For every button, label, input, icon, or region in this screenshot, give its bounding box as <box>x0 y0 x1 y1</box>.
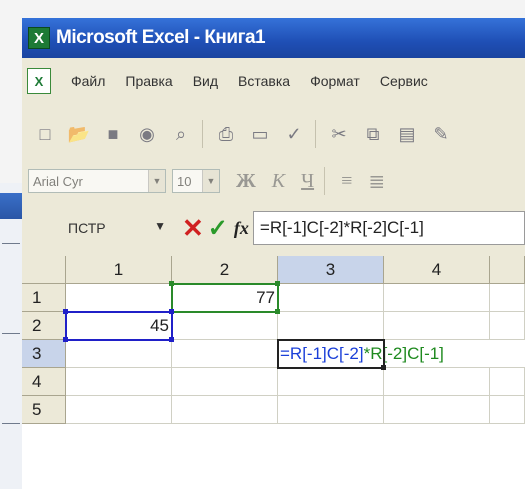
cell-r4c1[interactable] <box>66 368 172 396</box>
cell-r3c2[interactable] <box>172 340 278 368</box>
cell-r1c2[interactable]: 77 <box>172 284 278 312</box>
range-handle[interactable] <box>275 281 280 286</box>
cell-r3c1[interactable] <box>66 340 172 368</box>
toolbar-separator <box>315 120 316 148</box>
menu-tools[interactable]: Сервис <box>380 73 428 89</box>
title-bar[interactable]: X Microsoft Excel - Книга1 <box>22 18 525 58</box>
copy-icon[interactable]: ⧉ <box>362 123 384 145</box>
column-header-2[interactable]: 2 <box>172 256 278 284</box>
paste-icon[interactable]: ▤ <box>396 123 418 145</box>
cell-r4c4[interactable] <box>384 368 490 396</box>
chevron-down-icon[interactable]: ▼ <box>202 170 219 192</box>
range-handle[interactable] <box>169 337 174 342</box>
cell-r2c3[interactable] <box>278 312 384 340</box>
formula-ref-2: *R[-2]C[-1] <box>363 343 444 363</box>
fill-handle[interactable] <box>381 365 386 370</box>
save-icon[interactable]: ■ <box>102 123 124 145</box>
format-painter-icon[interactable]: ✎ <box>430 123 452 145</box>
bold-button[interactable]: Ж <box>236 170 256 193</box>
row-header-3[interactable]: 3 <box>22 340 66 368</box>
menu-file[interactable]: Файл <box>71 73 105 89</box>
row-header-2[interactable]: 2 <box>22 312 66 340</box>
cell-r2c4[interactable] <box>384 312 490 340</box>
toolbar-separator <box>324 167 326 195</box>
font-size-value: 10 <box>177 173 192 189</box>
preview-icon[interactable]: ▭ <box>249 123 271 145</box>
formula-input[interactable]: =R[-1]C[-2]*R[-2]C[-1] <box>252 211 525 245</box>
chevron-down-icon[interactable]: ▼ <box>154 219 166 233</box>
insert-function-button[interactable]: fx <box>234 218 249 239</box>
row-header-4[interactable]: 4 <box>22 368 66 396</box>
standard-toolbar: □ 📂 ■ ◉ ⌕ ⎙ ▭ ✓ ✂ ⧉ ▤ ✎ <box>22 114 525 154</box>
excel-window: X Microsoft Excel - Книга1 X Файл Правка… <box>22 18 525 489</box>
cell-r1c3[interactable] <box>278 284 384 312</box>
excel-icon: X <box>28 27 50 49</box>
spelling-icon[interactable]: ✓ <box>283 123 305 145</box>
cell-r2c5[interactable] <box>490 312 525 340</box>
cell-r5c3[interactable] <box>278 396 384 424</box>
column-header-5[interactable] <box>490 256 525 284</box>
enter-button[interactable]: ✓ <box>208 214 228 243</box>
cell-r4c3[interactable] <box>278 368 384 396</box>
formula-ref-1: =R[-1]C[-2] <box>280 343 364 363</box>
cell-r4c5[interactable] <box>490 368 525 396</box>
row-header-1[interactable]: 1 <box>22 284 66 312</box>
column-header-3[interactable]: 3 <box>278 256 384 284</box>
new-icon[interactable]: □ <box>34 123 56 145</box>
range-handle[interactable] <box>169 281 174 286</box>
menu-format[interactable]: Формат <box>310 73 360 89</box>
select-all-corner[interactable] <box>22 256 66 284</box>
range-handle[interactable] <box>63 309 68 314</box>
open-icon[interactable]: 📂 <box>68 123 90 145</box>
cell-r1c1[interactable] <box>66 284 172 312</box>
font-name-select[interactable]: Arial Cyr ▼ <box>28 169 166 193</box>
cancel-button[interactable]: ✕ <box>182 213 204 244</box>
formula-bar: ПСТР ▼ ✕ ✓ fx =R[-1]C[-2]*R[-2]C[-1] <box>22 204 525 252</box>
menu-insert[interactable]: Вставка <box>238 73 290 89</box>
cell-r4c2[interactable] <box>172 368 278 396</box>
column-header-1[interactable]: 1 <box>66 256 172 284</box>
window-title: Microsoft Excel - Книга1 <box>56 27 266 48</box>
background-divider <box>2 333 20 334</box>
chevron-down-icon[interactable]: ▼ <box>148 170 165 192</box>
range-handle[interactable] <box>169 309 174 314</box>
toolbar-separator <box>202 120 203 148</box>
row-header-5[interactable]: 5 <box>22 396 66 424</box>
align-left-icon[interactable]: ≡ <box>341 170 352 193</box>
name-box[interactable]: ПСТР ▼ <box>40 213 166 243</box>
cell-r5c2[interactable] <box>172 396 278 424</box>
background-divider <box>2 423 20 424</box>
cell-r5c4[interactable] <box>384 396 490 424</box>
cell-r2c1[interactable]: 45 <box>66 312 172 340</box>
workbook-icon[interactable]: X <box>27 68 51 94</box>
font-name-value: Arial Cyr <box>33 173 83 189</box>
name-box-value: ПСТР <box>68 220 106 236</box>
print-icon[interactable]: ⎙ <box>215 123 237 145</box>
range-handle[interactable] <box>63 337 68 342</box>
cell-r1c5[interactable] <box>490 284 525 312</box>
search-icon[interactable]: ⌕ <box>170 123 192 145</box>
font-size-select[interactable]: 10 ▼ <box>172 169 220 193</box>
underline-button[interactable]: Ч <box>301 170 314 193</box>
menu-bar: X Файл Правка Вид Вставка Формат Сервис <box>22 62 525 100</box>
permission-icon[interactable]: ◉ <box>136 123 158 145</box>
background-divider <box>2 243 20 244</box>
background-window <box>0 183 23 489</box>
background-title-bar <box>0 193 22 219</box>
cell-r5c5[interactable] <box>490 396 525 424</box>
menu-edit[interactable]: Правка <box>125 73 172 89</box>
cell-r5c1[interactable] <box>66 396 172 424</box>
worksheet-grid: 1 2 3 4 1 2 3 4 5 77 45 =R[-1]C[-2] *R[-2… <box>22 256 525 489</box>
formatting-toolbar: Arial Cyr ▼ 10 ▼ Ж К Ч ≡ ≣ <box>22 162 525 200</box>
cell-r2c2[interactable] <box>172 312 278 340</box>
cell-r1c4[interactable] <box>384 284 490 312</box>
cell-r3c3-editing[interactable]: =R[-1]C[-2] *R[-2]C[-1] <box>278 340 525 368</box>
column-header-4[interactable]: 4 <box>384 256 490 284</box>
cut-icon[interactable]: ✂ <box>328 123 350 145</box>
range-handle[interactable] <box>275 309 280 314</box>
italic-button[interactable]: К <box>272 170 285 193</box>
align-center-icon[interactable]: ≣ <box>368 169 385 194</box>
menu-view[interactable]: Вид <box>193 73 218 89</box>
